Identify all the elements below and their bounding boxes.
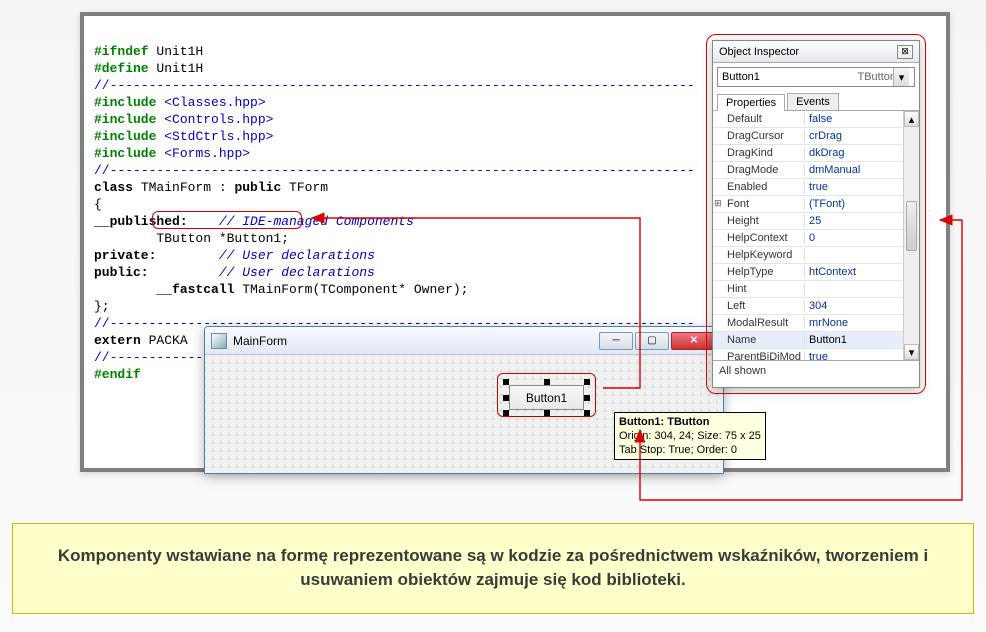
object-inspector[interactable]: Object Inspector ⊠ Button1 TButton ▾ Pro… — [712, 40, 920, 388]
pp-endif: #endif — [94, 367, 141, 382]
property-name: ParentBiDiMod — [713, 351, 805, 361]
pp-ifndef: #ifndef — [94, 44, 149, 59]
property-row[interactable]: NameButton1 — [713, 332, 919, 349]
property-row[interactable]: Font(TFont) — [713, 196, 919, 213]
button-highlight-box — [497, 373, 596, 417]
property-name: DragCursor — [713, 130, 805, 142]
property-row[interactable]: DragModedmManual — [713, 162, 919, 179]
property-name: Left — [713, 300, 805, 312]
property-row[interactable]: Enabledtrue — [713, 179, 919, 196]
minimize-button[interactable]: ─ — [599, 332, 633, 350]
property-name: ModalResult — [713, 317, 805, 329]
property-value[interactable]: 25 — [805, 215, 903, 227]
property-name: Height — [713, 215, 805, 227]
property-value[interactable]: dkDrag — [805, 147, 903, 159]
property-row[interactable]: ParentBiDiModtrue — [713, 349, 919, 361]
property-value[interactable]: (TFont) — [805, 198, 903, 210]
dropdown-icon[interactable]: ▾ — [893, 68, 909, 86]
form-icon — [211, 333, 227, 349]
property-row[interactable]: DragKinddkDrag — [713, 145, 919, 162]
property-value[interactable]: 0 — [805, 232, 903, 244]
property-row[interactable]: ModalResultmrNone — [713, 315, 919, 332]
inspector-titlebar[interactable]: Object Inspector ⊠ — [713, 41, 919, 63]
property-row[interactable]: HelpTypehtContext — [713, 264, 919, 281]
property-name: Hint — [713, 283, 805, 295]
property-value[interactable]: dmManual — [805, 164, 903, 176]
property-row[interactable]: Hint — [713, 281, 919, 298]
button-decl-line: TButton — [94, 231, 219, 246]
close-button[interactable]: ✕ — [671, 332, 717, 350]
property-value[interactable]: crDrag — [805, 130, 903, 142]
property-row[interactable]: Defaultfalse — [713, 111, 919, 128]
property-name: Default — [713, 113, 805, 125]
property-row[interactable]: HelpContext0 — [713, 230, 919, 247]
inspector-close-button[interactable]: ⊠ — [897, 45, 913, 59]
property-name: Name — [713, 334, 805, 346]
scroll-up-icon[interactable]: ▴ — [904, 111, 919, 127]
property-value[interactable]: mrNone — [805, 317, 903, 329]
inspector-tabs: Properties Events — [713, 91, 919, 111]
inspector-status: All shown — [713, 361, 919, 381]
tab-properties[interactable]: Properties — [717, 94, 785, 111]
explanation-note: Komponenty wstawiane na formę reprezento… — [12, 523, 974, 614]
selected-component-name: Button1 — [722, 71, 760, 83]
property-row[interactable]: DragCursorcrDrag — [713, 128, 919, 145]
property-name: Enabled — [713, 181, 805, 193]
form-title: MainForm — [233, 334, 287, 348]
pp-define: #define — [94, 61, 149, 76]
tab-events[interactable]: Events — [787, 93, 839, 110]
code-highlight-box — [152, 211, 302, 229]
property-name: DragKind — [713, 147, 805, 159]
property-value[interactable]: true — [805, 181, 903, 193]
property-value[interactable]: Button1 — [805, 334, 903, 346]
property-value[interactable]: htContext — [805, 266, 903, 278]
property-row[interactable]: Left304 — [713, 298, 919, 315]
component-tooltip: Button1: TButton Origin: 304, 24; Size: … — [614, 412, 766, 460]
property-name: HelpType — [713, 266, 805, 278]
maximize-button[interactable]: ▢ — [635, 332, 669, 350]
property-name: Font — [713, 198, 805, 210]
component-selector[interactable]: Button1 TButton ▾ — [717, 67, 915, 87]
property-value[interactable]: 304 — [805, 300, 903, 312]
scrollbar[interactable]: ▴ ▾ — [903, 111, 919, 360]
scroll-thumb[interactable] — [906, 201, 917, 251]
scroll-down-icon[interactable]: ▾ — [904, 344, 919, 360]
property-grid[interactable]: ▴ ▾ DefaultfalseDragCursorcrDragDragKind… — [713, 111, 919, 361]
divider-comment: //--------------------------------------… — [94, 78, 695, 93]
code-editor-frame: #ifndef Unit1H #define Unit1H //--------… — [80, 12, 950, 472]
property-row[interactable]: HelpKeyword — [713, 247, 919, 264]
property-value[interactable]: false — [805, 113, 903, 125]
selected-component-type: TButton — [857, 71, 896, 83]
property-name: HelpContext — [713, 232, 805, 244]
property-row[interactable]: Height25 — [713, 213, 919, 230]
property-name: HelpKeyword — [713, 249, 805, 261]
property-value[interactable]: true — [805, 351, 903, 361]
inspector-title-text: Object Inspector — [719, 46, 799, 58]
divider-comment: //--------------------------------------… — [94, 163, 695, 178]
form-titlebar[interactable]: MainForm ─ ▢ ✕ — [205, 327, 723, 355]
property-name: DragMode — [713, 164, 805, 176]
